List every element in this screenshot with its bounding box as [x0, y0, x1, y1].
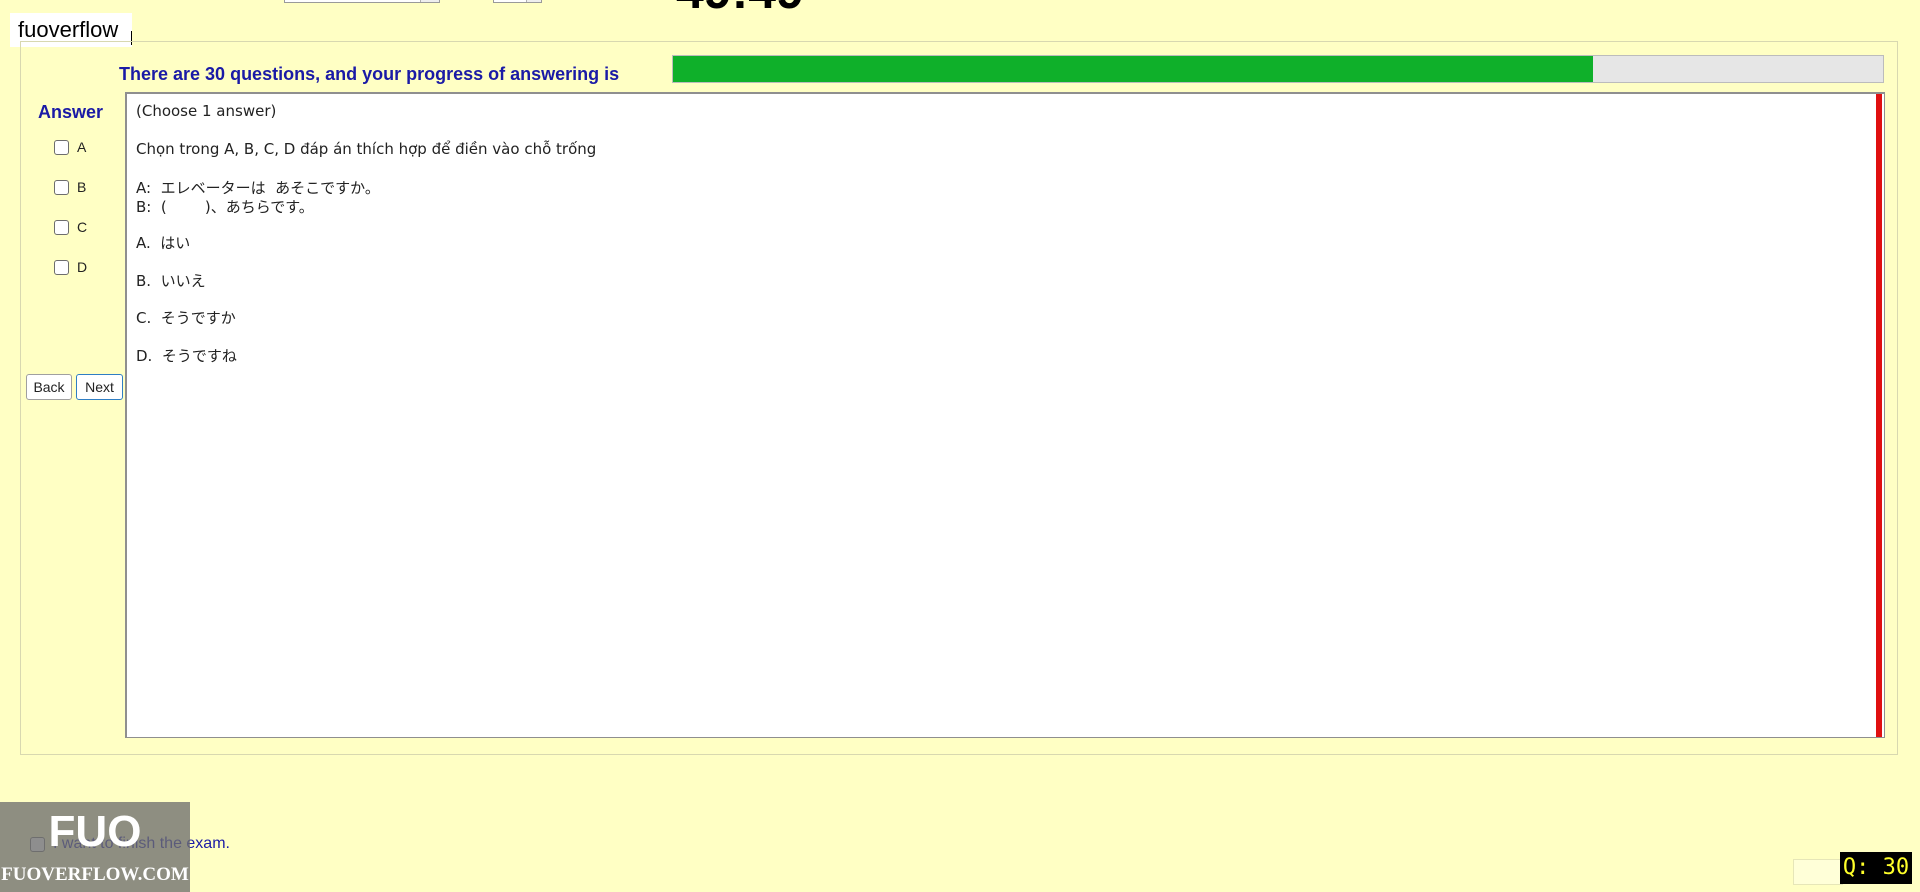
- choice-a-text: A. はい: [136, 234, 191, 252]
- answer-option-label: B: [77, 179, 87, 195]
- logo-text: FUOVERFLOW.COM: [1, 864, 189, 885]
- question-instruction: (Choose 1 answer): [136, 102, 277, 120]
- answer-option-label: C: [77, 219, 88, 235]
- brand-text: fuoverflow: [18, 17, 119, 42]
- answer-option-label: D: [77, 259, 88, 275]
- answer-checkbox-c[interactable]: [54, 219, 69, 235]
- question-content: (Choose 1 answer) Chọn trong A, B, C, D …: [125, 92, 1885, 738]
- dialogue-line-b: B: ( )、あちらです。: [136, 198, 314, 216]
- dialogue-line-a: A: エレベーターは あそこですか。: [136, 179, 380, 197]
- answer-title: Answer: [38, 102, 104, 122]
- progress-bar-fill: [673, 56, 1593, 82]
- answer-option-c[interactable]: C: [54, 217, 87, 237]
- scrollbar[interactable]: [1876, 94, 1882, 737]
- watermark-logo: FUO FUOVERFLOW.COM: [0, 802, 190, 892]
- answer-checkbox-b[interactable]: [54, 179, 69, 195]
- back-button[interactable]: Back: [26, 374, 72, 400]
- answer-option-a[interactable]: A: [54, 137, 86, 157]
- answer-option-label: A: [77, 139, 87, 155]
- question-prompt: Chọn trong A, B, C, D đáp án thích hợp đ…: [136, 140, 597, 158]
- answer-option-d[interactable]: D: [54, 257, 87, 277]
- next-button[interactable]: Next: [76, 374, 123, 400]
- question-number-field[interactable]: [493, 0, 542, 3]
- exam-code-field[interactable]: [284, 0, 440, 3]
- question-counter: Q: 30: [1840, 852, 1912, 884]
- choice-d-text: D. そうですね: [136, 347, 237, 365]
- progress-label: There are 30 questions, and your progres…: [119, 64, 620, 84]
- answer-checkbox-d[interactable]: [54, 259, 69, 275]
- choice-c-text: C. そうですか: [136, 309, 236, 327]
- counter-input[interactable]: [1793, 859, 1843, 885]
- answer-checkbox-a[interactable]: [54, 139, 69, 155]
- choice-b-text: B. いいえ: [136, 272, 206, 290]
- countdown-timer: 49:49: [676, 0, 804, 16]
- progress-bar: [672, 55, 1884, 83]
- answer-option-b[interactable]: B: [54, 177, 86, 197]
- logo-mark: FUO: [48, 807, 142, 856]
